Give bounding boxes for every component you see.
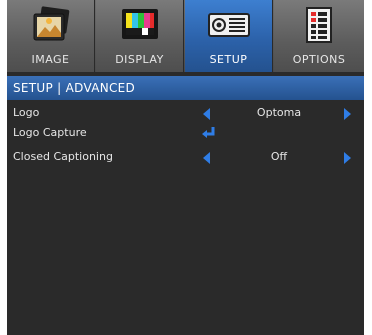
tab-display-label: DISPLAY	[115, 53, 164, 66]
menu-row-value: Off	[270, 150, 288, 163]
tab-image-label: IMAGE	[31, 53, 70, 66]
arrow-right-icon[interactable]	[344, 152, 351, 164]
menu-row-label: Logo Capture	[13, 126, 87, 139]
tab-setup[interactable]: SETUP	[185, 0, 273, 72]
projector-osd-menu: IMAGE DISPLAY SETUP OPTIONS SETUP | ADVA…	[7, 0, 364, 335]
menu-row-label: Closed Captioning	[13, 150, 113, 163]
menu-row-value: Optoma	[256, 106, 302, 119]
display-icon	[120, 6, 160, 48]
menu-row-label: Logo	[13, 106, 40, 119]
menu-row-closed-captioning[interactable]: Closed Captioning Off	[7, 147, 364, 167]
arrow-left-icon[interactable]	[203, 152, 210, 164]
options-icon	[304, 6, 334, 50]
tab-setup-label: SETUP	[209, 53, 248, 66]
menu-row-logo-capture[interactable]: Logo Capture	[7, 123, 364, 143]
arrow-left-icon[interactable]	[203, 108, 210, 120]
enter-icon[interactable]	[201, 126, 217, 147]
menu-row-logo[interactable]: Logo Optoma	[7, 103, 364, 123]
tab-options[interactable]: OPTIONS	[274, 0, 364, 72]
tab-strip: IMAGE DISPLAY SETUP OPTIONS	[7, 0, 364, 72]
setup-icon	[207, 6, 251, 48]
tab-image[interactable]: IMAGE	[7, 0, 95, 72]
tab-display[interactable]: DISPLAY	[96, 0, 184, 72]
section-header: SETUP | ADVANCED	[7, 76, 364, 100]
image-icon	[31, 6, 71, 48]
arrow-right-icon[interactable]	[344, 108, 351, 120]
tab-options-label: OPTIONS	[292, 53, 346, 66]
